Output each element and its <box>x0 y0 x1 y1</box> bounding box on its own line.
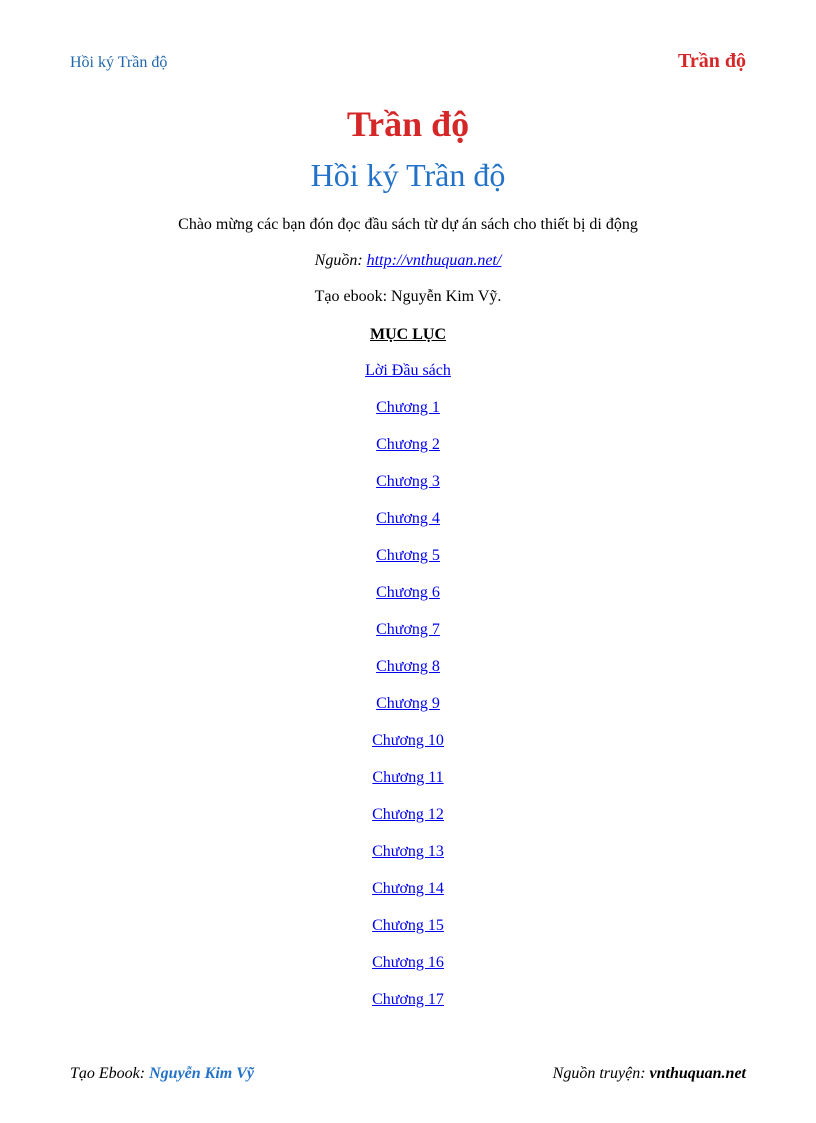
toc-link-ch5[interactable]: Chương 5 <box>376 547 440 564</box>
toc-item: Chương 3 <box>70 473 746 491</box>
footer-left-name: Nguyễn Kim Vỹ <box>149 1065 254 1082</box>
toc-item: Chương 16 <box>70 954 746 972</box>
toc-link-ch9[interactable]: Chương 9 <box>376 695 440 712</box>
toc-link-ch13[interactable]: Chương 13 <box>372 843 444 860</box>
toc-link-ch10[interactable]: Chương 10 <box>372 732 444 749</box>
toc-link-ch8[interactable]: Chương 8 <box>376 658 440 675</box>
toc-item: Chương 7 <box>70 621 746 639</box>
source-link[interactable]: http://vnthuquan.net/ <box>367 252 502 269</box>
toc-link-ch12[interactable]: Chương 12 <box>372 806 444 823</box>
source-label: Nguồn: <box>315 252 367 269</box>
page-header: Hồi ký Trần độ Trần độ <box>70 50 746 73</box>
toc-item: Chương 6 <box>70 584 746 602</box>
footer-left-colon: : <box>140 1065 149 1082</box>
toc-item: Chương 12 <box>70 806 746 824</box>
header-right-author: Trần độ <box>678 50 746 73</box>
toc-link-ch14[interactable]: Chương 14 <box>372 880 444 897</box>
toc-item: Chương 13 <box>70 843 746 861</box>
toc-link-ch17[interactable]: Chương 17 <box>372 991 444 1008</box>
toc-item: Chương 2 <box>70 436 746 454</box>
footer-right-colon: : <box>640 1065 649 1082</box>
toc-link-ch2[interactable]: Chương 2 <box>376 436 440 453</box>
toc-link-ch16[interactable]: Chương 16 <box>372 954 444 971</box>
toc-item: Chương 11 <box>70 769 746 787</box>
toc-link-ch6[interactable]: Chương 6 <box>376 584 440 601</box>
toc-link-ch15[interactable]: Chương 15 <box>372 917 444 934</box>
toc-item: Chương 4 <box>70 510 746 528</box>
footer-right: Nguồn truyện: vnthuquan.net <box>553 1065 746 1083</box>
toc-item: Lời Đầu sách <box>70 362 746 380</box>
toc-link-ch3[interactable]: Chương 3 <box>376 473 440 490</box>
toc-heading: MỤC LỤC <box>70 326 746 344</box>
toc-link-ch4[interactable]: Chương 4 <box>376 510 440 527</box>
footer-left-label: Tạo Ebook <box>70 1065 140 1082</box>
toc-item: Chương 17 <box>70 991 746 1009</box>
footer-right-site: vnthuquan.net <box>650 1065 746 1082</box>
page-footer: Tạo Ebook: Nguyễn Kim Vỹ Nguồn truyện: v… <box>70 1065 746 1083</box>
footer-left: Tạo Ebook: Nguyễn Kim Vỹ <box>70 1065 254 1083</box>
toc-link-intro[interactable]: Lời Đầu sách <box>365 362 451 379</box>
toc-item: Chương 8 <box>70 658 746 676</box>
toc-link-ch11[interactable]: Chương 11 <box>372 769 443 786</box>
toc-link-ch1[interactable]: Chương 1 <box>376 399 440 416</box>
header-left-title: Hồi ký Trần độ <box>70 54 167 72</box>
main-title: Trần độ <box>70 103 746 145</box>
source-line: Nguồn: http://vnthuquan.net/ <box>70 252 746 270</box>
toc-link-ch7[interactable]: Chương 7 <box>376 621 440 638</box>
toc-item: Chương 9 <box>70 695 746 713</box>
toc-list: Lời Đầu sách Chương 1 Chương 2 Chương 3 … <box>70 362 746 1009</box>
creator-line: Tạo ebook: Nguyễn Kim Vỹ. <box>70 288 746 306</box>
toc-item: Chương 5 <box>70 547 746 565</box>
toc-item: Chương 15 <box>70 917 746 935</box>
intro-text: Chào mừng các bạn đón đọc đầu sách từ dự… <box>70 216 746 234</box>
footer-right-label: Nguồn truyện <box>553 1065 641 1082</box>
sub-title: Hồi ký Trần độ <box>70 157 746 194</box>
toc-item: Chương 1 <box>70 399 746 417</box>
toc-item: Chương 14 <box>70 880 746 898</box>
toc-item: Chương 10 <box>70 732 746 750</box>
